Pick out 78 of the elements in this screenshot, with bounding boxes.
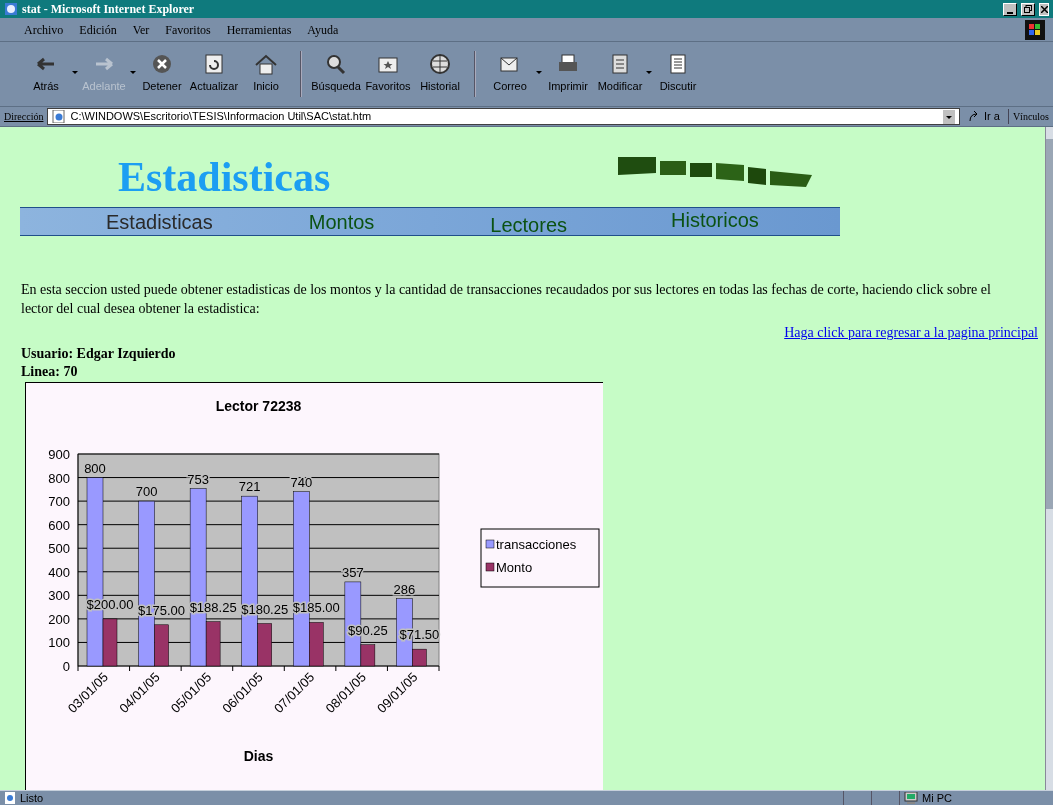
x-axis-title: Dias — [243, 748, 274, 764]
menu-item[interactable]: Edición — [79, 20, 117, 39]
zone-text: Mi PC — [922, 790, 952, 805]
menu-item[interactable]: Ayuda — [307, 20, 339, 39]
intro-paragraph: En esta seccion usted puede obtener estadisticas de los montos y la cantidad de transacciones recaudados por sus lectores en todas las fechas de corte, haciendo click sobre el lector del cual desea obtener la estadistica: — [21, 281, 992, 318]
value-label: 700 — [135, 484, 158, 500]
value-label: 286 — [393, 581, 416, 597]
y-tick-label: 800 — [48, 470, 70, 486]
value-label: 721 — [238, 479, 261, 495]
y-tick-label: 400 — [48, 564, 70, 580]
y-tick-label: 500 — [48, 541, 70, 557]
toolbar-button[interactable]: Favoritos — [362, 53, 414, 95]
value-label: $71.50 — [399, 627, 440, 643]
y-tick-label: 200 — [48, 611, 70, 627]
menu-item[interactable]: Archivo — [24, 20, 64, 39]
toolbar-button[interactable]: Historial — [414, 53, 466, 95]
toolbar-button[interactable]: Atrás — [20, 53, 72, 95]
computer-icon — [904, 792, 918, 804]
globe-icon — [428, 53, 452, 76]
go-arrow-icon — [968, 110, 980, 123]
line-text: Linea: 70 — [21, 363, 79, 381]
y-tick-label: 0 — [62, 659, 70, 674]
status-text: Listo — [20, 790, 44, 805]
stop-icon — [150, 53, 174, 76]
nav-tab[interactable]: Lectores — [490, 212, 568, 237]
menu-item[interactable]: Ver — [132, 20, 150, 39]
links-button[interactable]: Vínculos — [1007, 109, 1049, 124]
page-heading: Estadisticas — [118, 155, 331, 199]
value-label: 800 — [84, 460, 106, 476]
windows-logo-icon — [1025, 19, 1045, 40]
window-title: stat - Microsoft Internet Explorer — [22, 1, 195, 18]
toolbar-button[interactable]: Modificar — [594, 53, 646, 95]
value-label: 740 — [290, 474, 313, 490]
restore-icon — [1024, 5, 1032, 13]
back-link[interactable]: Haga click para regresar a la pagina principal — [784, 322, 1038, 343]
caret-icon[interactable] — [646, 71, 652, 76]
browser-icon — [4, 2, 18, 16]
search-icon — [324, 53, 348, 76]
toolbar-button[interactable]: Inicio — [240, 53, 292, 95]
toolbar-button[interactable]: Búsqueda — [310, 53, 362, 95]
minimize-button[interactable] — [1003, 2, 1017, 16]
nav-tab[interactable]: Historicos — [671, 202, 759, 237]
nav-tab[interactable]: Montos — [308, 206, 375, 237]
nav-tab[interactable]: Estadisticas — [106, 206, 213, 237]
address-label: Dirección — [4, 110, 44, 124]
toolbar-button[interactable]: Detener — [136, 53, 188, 95]
go-button[interactable]: Ir a — [964, 108, 1004, 125]
toolbar-button[interactable]: Imprimir — [542, 53, 594, 95]
home-icon — [254, 53, 278, 76]
legend-label: transacciones — [496, 537, 577, 552]
scrollbar-thumb[interactable] — [1046, 139, 1053, 509]
chart-title: Lector 72238 — [215, 398, 302, 414]
value-label: $90.25 — [347, 622, 388, 638]
y-tick-label: 100 — [48, 635, 70, 651]
menu-item[interactable]: Favoritos — [165, 20, 211, 39]
toolbar-button[interactable]: Actualizar — [188, 53, 240, 95]
toolbar-button[interactable]: Correo — [484, 53, 536, 95]
caret-icon[interactable] — [536, 71, 542, 76]
address-field[interactable]: C:\WINDOWS\Escritorio\TESIS\Informacion Util\SAC\stat.htm — [47, 108, 960, 125]
y-tick-label: 900 — [48, 447, 70, 462]
value-label: $200.00 — [86, 596, 134, 612]
y-tick-label: 700 — [48, 494, 70, 510]
y-tick-label: 600 — [48, 517, 70, 533]
y-tick-label: 300 — [48, 588, 70, 604]
page-icon — [4, 792, 16, 804]
refresh-icon — [202, 53, 226, 76]
menu-item[interactable]: Herramientas — [226, 20, 292, 39]
page-icon — [52, 110, 67, 123]
legend-label: Monto — [496, 560, 533, 575]
value-label: $188.25 — [189, 599, 237, 615]
close-button[interactable] — [1039, 2, 1049, 16]
toolbar-button[interactable]: Discutir — [652, 53, 704, 95]
minimize-icon — [1007, 11, 1013, 15]
caret-icon[interactable] — [72, 71, 78, 76]
close-icon — [1040, 5, 1048, 13]
maximize-button[interactable] — [1021, 2, 1035, 16]
user-text: Usuario: Edgar Izquierdo — [21, 345, 177, 363]
dropdown-icon[interactable] — [943, 109, 955, 124]
